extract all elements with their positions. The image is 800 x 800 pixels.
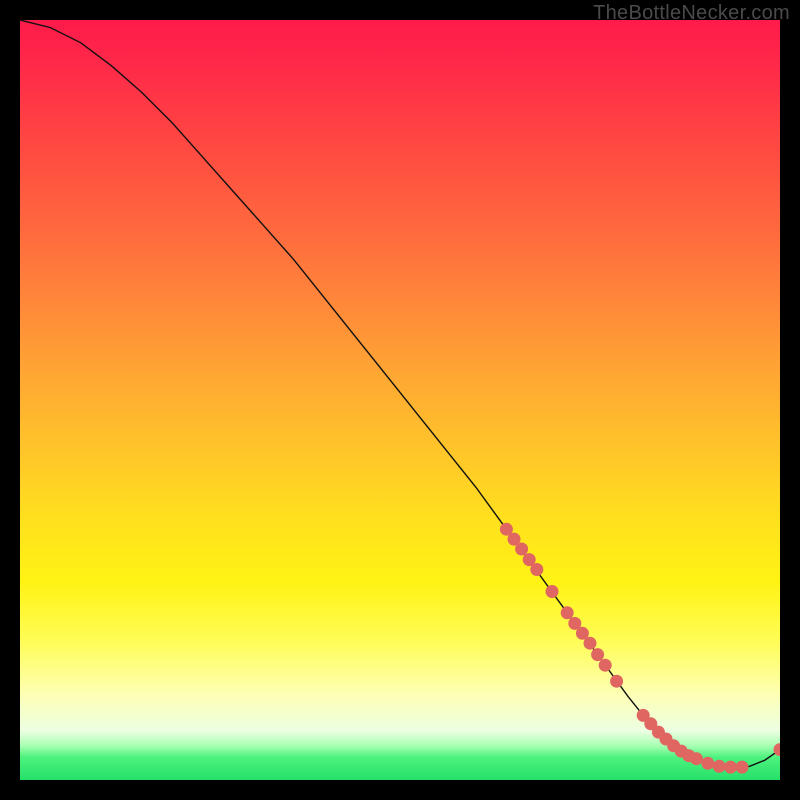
data-point	[724, 761, 737, 774]
bottleneck-curve	[20, 20, 780, 780]
data-point	[610, 675, 623, 688]
chart-stage: TheBottleNecker.com	[0, 0, 800, 800]
data-point	[599, 659, 612, 672]
attribution-text: TheBottleNecker.com	[593, 2, 790, 25]
data-point	[584, 637, 597, 650]
data-point	[546, 585, 559, 598]
data-point	[530, 563, 543, 576]
data-point	[591, 648, 604, 661]
data-marker-layer	[500, 523, 780, 774]
data-point	[561, 606, 574, 619]
data-point	[736, 761, 749, 774]
data-point	[701, 757, 714, 770]
plot-area	[20, 20, 780, 780]
data-point	[713, 760, 726, 773]
data-point	[690, 752, 703, 765]
data-point	[515, 543, 528, 556]
